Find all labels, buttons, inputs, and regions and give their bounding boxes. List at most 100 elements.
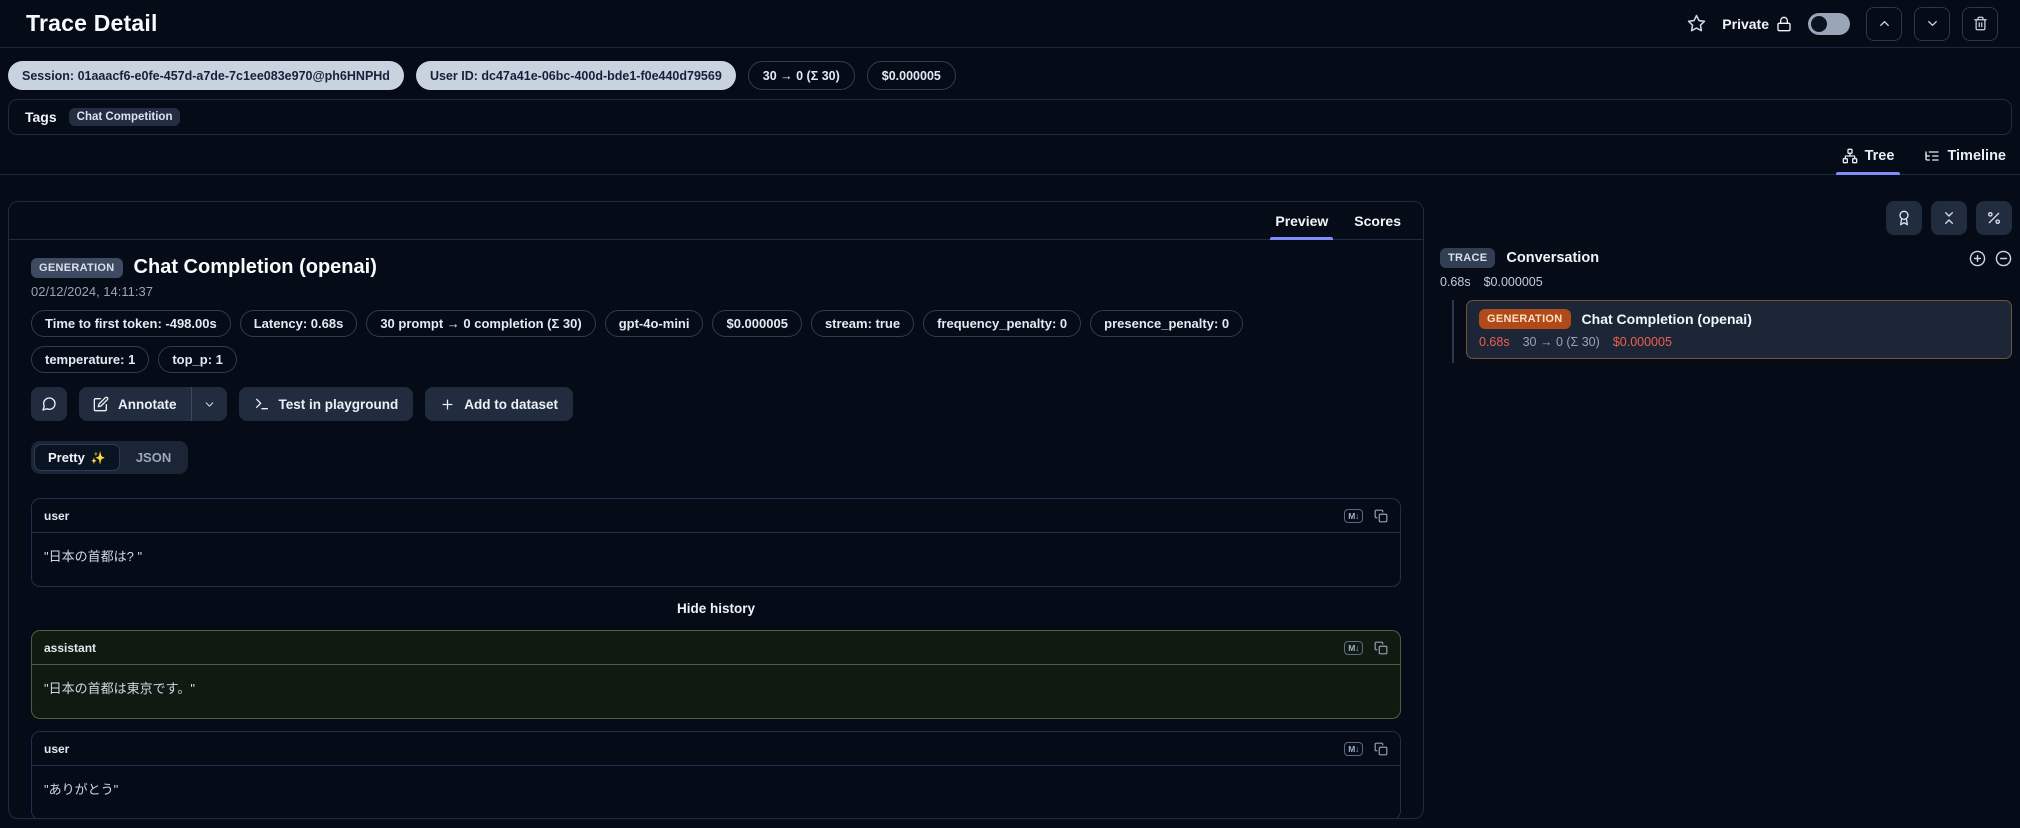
metric-presence-penalty: presence_penalty: 0 [1090,310,1244,337]
chevron-down-icon [1927,21,1937,26]
chevron-down-icon [205,401,213,407]
metric-time-to-first-token: Time to first token: -498.00s [31,310,231,337]
expand-all-icon[interactable] [1969,250,1986,267]
previous-trace-button[interactable] [1866,6,1902,41]
chevron-up-icon [1879,21,1889,26]
annotate-label: Annotate [118,396,177,412]
comment-bubble-icon [42,397,56,411]
privacy-label: Private [1722,15,1769,32]
token-usage-badge: 30 → 0 (Σ 30) [747,61,855,90]
observation-name: Chat Completion (openai) [1581,311,1752,327]
markdown-toggle-icon[interactable]: M↓ [1344,508,1363,523]
copy-button[interactable] [1374,742,1388,756]
tags-container: Tags Chat Competition [8,99,2012,135]
collapse-all-icon[interactable] [1995,250,2012,267]
toggle-knob [1811,15,1827,32]
metric-temperature: temperature: 1 [31,346,150,373]
annotate-pen-icon [93,396,109,412]
toggle-scores-button[interactable] [1886,201,1922,235]
action-buttons-row: Annotate Test in playground Add to datas… [31,387,1401,421]
annotate-split-button: Annotate [79,387,227,421]
format-toggle: Pretty ✨ JSON [31,441,189,474]
add-to-dataset-label: Add to dataset [464,396,559,412]
lock-icon [1777,16,1791,31]
add-to-dataset-button[interactable]: Add to dataset [425,387,574,421]
message-content: "ありがとう" [44,782,119,797]
comments-button[interactable] [31,387,67,421]
tab-scores[interactable]: Scores [1354,202,1401,239]
timeline-list-icon [1925,150,1940,161]
metric-top-p: top_p: 1 [158,346,237,373]
percent-icon [1988,212,2000,224]
metric-latency: Latency: 0.68s [239,310,358,337]
tree-item-generation[interactable]: GENERATION Chat Completion (openai) 0.68… [1466,300,2012,359]
tags-label: Tags [25,109,57,125]
test-in-playground-button[interactable]: Test in playground [238,387,414,421]
json-toggle[interactable]: JSON [122,444,185,471]
annotate-dropdown-button[interactable] [190,387,227,421]
generation-type-badge: GENERATION [1479,309,1571,329]
metric-badges: Time to first token: -498.00s Latency: 0… [31,310,1361,373]
message-user-1: user M↓ "日本の首都は? " [31,498,1401,587]
trace-root-row[interactable]: TRACE Conversation [1440,248,2012,268]
session-badge[interactable]: Session: 01aaacf6-e0fe-457d-a7de-7c1ee08… [8,61,404,90]
observation-panel: Preview Scores GENERATION Chat Completio… [8,201,1424,819]
preview-tab-bar: Preview Scores [9,202,1423,240]
observation-tokens: 30 → 0 (Σ 30) [1522,335,1600,349]
trace-metrics: 0.68s $0.000005 [1440,275,2012,289]
toggle-metrics-button[interactable] [1976,201,2012,235]
trace-badges-row: Session: 01aaacf6-e0fe-457d-a7de-7c1ee08… [8,61,2012,90]
tree-connector-line [1452,300,1454,363]
trace-tree-panel: TRACE Conversation 0.68s $0.000005 GENER… [1440,201,2012,363]
markdown-toggle-icon[interactable]: M↓ [1344,741,1363,756]
copy-button[interactable] [1374,641,1388,655]
hide-history-button[interactable]: Hide history [31,599,1401,618]
metric-frequency-penalty: frequency_penalty: 0 [923,310,1082,337]
page-title: Trace Detail [26,10,158,36]
view-tab-bar: Tree Timeline [0,137,2020,175]
collapse-all-button[interactable] [1931,201,1967,235]
message-user-2: user M↓ "ありがとう" [31,731,1401,818]
tab-timeline[interactable]: Timeline [1924,137,2006,174]
plus-icon [442,399,453,409]
public-sharing-toggle[interactable] [1808,12,1850,35]
message-role: user [44,508,70,523]
main-content: Preview Scores GENERATION Chat Completio… [0,201,2020,819]
message-role: user [44,741,70,756]
tab-timeline-label: Timeline [1947,147,2006,164]
tab-preview[interactable]: Preview [1270,202,1334,240]
privacy-status: Private [1722,16,1792,32]
trace-latency: 0.68s [1440,275,1471,289]
tab-tree-label: Tree [1864,147,1895,164]
sparkles-icon: ✨ [90,450,106,465]
delete-trace-button[interactable] [1962,6,1998,41]
message-role: assistant [44,640,97,655]
metric-stream: stream: true [810,310,915,337]
generation-type-badge: GENERATION [31,257,123,278]
pretty-label: Pretty [48,450,85,465]
trace-name: Conversation [1506,250,1600,266]
trash-icon [1973,16,1987,31]
copy-button[interactable] [1374,509,1388,523]
messages-list: user M↓ "日本の首都は? " Hide history assistan… [31,498,1401,818]
tab-tree[interactable]: Tree [1835,137,1901,175]
tree-toolbar [1440,201,2012,235]
observation-latency: 0.68s [1479,335,1510,349]
bookmark-star-button[interactable] [1683,10,1710,37]
user-id-badge[interactable]: User ID: dc47a41e-06bc-400d-bde1-f0e440d… [415,61,736,90]
observation-cost: $0.000005 [1612,335,1672,349]
observation-timestamp: 02/12/2024, 14:11:37 [31,284,153,299]
markdown-toggle-icon[interactable]: M↓ [1344,640,1363,655]
star-icon [1688,14,1706,32]
metric-cost: $0.000005 [712,310,802,337]
metric-model[interactable]: gpt-4o-mini [604,310,704,337]
award-icon [1899,210,1909,226]
next-trace-button[interactable] [1914,6,1950,41]
tag-chat-competition[interactable]: Chat Competition [68,108,181,126]
copy-icon [1374,509,1388,522]
message-content: "日本の首都は東京です。" [44,681,195,696]
annotate-button[interactable]: Annotate [79,387,191,421]
pretty-toggle[interactable]: Pretty ✨ [34,444,120,471]
test-in-playground-label: Test in playground [278,396,399,412]
chevrons-collapse-icon [1945,212,1953,224]
